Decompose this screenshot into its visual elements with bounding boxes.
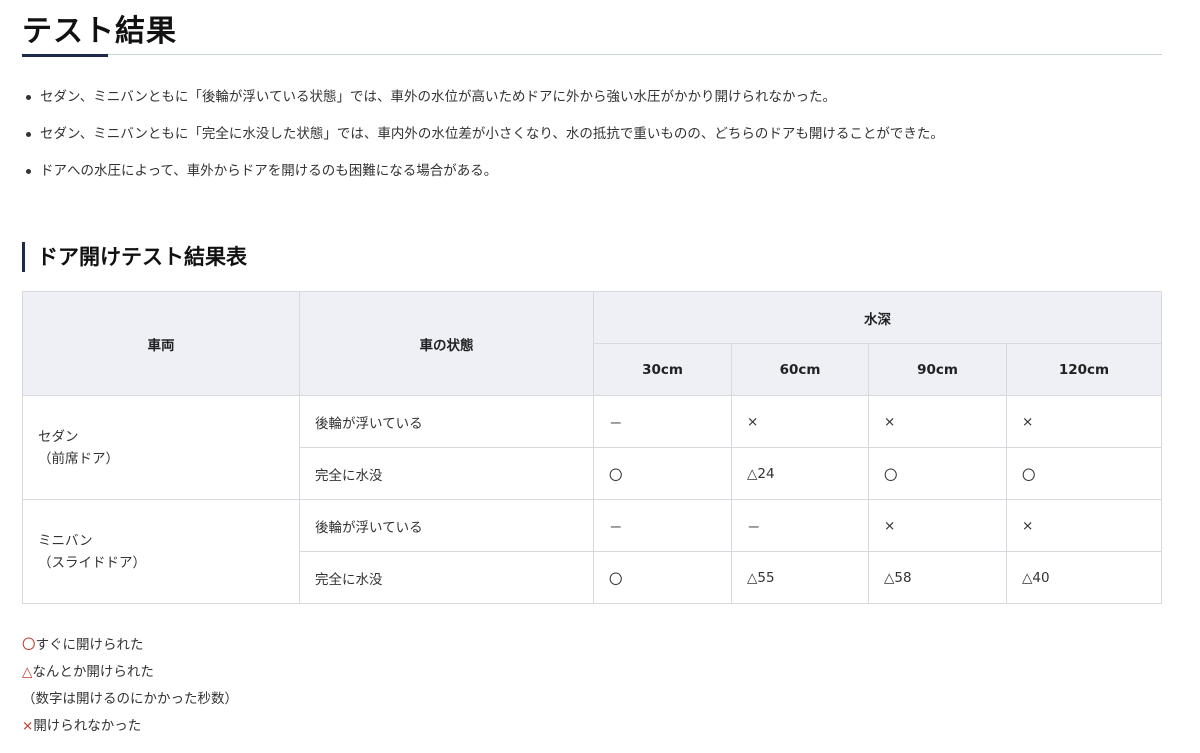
result-cell: 〇	[1006, 447, 1162, 500]
vehicle-name: ミニバン	[38, 532, 93, 549]
legend: 〇すぐに開けられた △なんとか開けられた （数字は開けるのにかかった秒数） ×開…	[22, 634, 238, 742]
result-cell: 〇	[593, 551, 732, 604]
header-depth-90: 90cm	[868, 343, 1007, 396]
section-title: ドア開けテスト結果表	[22, 242, 247, 272]
vehicle-door-type: （前席ドア）	[38, 450, 119, 467]
cross-symbol: ×	[22, 718, 34, 734]
title-divider	[22, 54, 1162, 55]
condition-cell: 完全に水没	[299, 447, 594, 500]
header-depth-60: 60cm	[731, 343, 869, 396]
result-cell: △40	[1006, 551, 1162, 604]
header-depth: 水深	[593, 291, 1162, 344]
result-cell: △24	[731, 447, 869, 500]
result-cell: －	[731, 499, 869, 552]
title-accent-bar	[22, 54, 108, 57]
result-cell: 〇	[868, 447, 1007, 500]
legend-text: すぐに開けられた	[35, 637, 144, 653]
legend-item-triangle: △なんとか開けられた	[22, 661, 238, 688]
summary-list: セダン、ミニバンともに「後輪が浮いている状態」では、車外の水位が高いためドアに外…	[22, 86, 1162, 197]
condition-cell: 後輪が浮いている	[299, 395, 594, 448]
result-cell: ×	[868, 499, 1007, 552]
table-row: セダン （前席ドア） 後輪が浮いている － × × ×	[22, 395, 1162, 500]
condition-cell: 後輪が浮いている	[299, 499, 594, 552]
triangle-symbol: △	[22, 664, 33, 680]
legend-item-cross: ×開けられなかった	[22, 715, 238, 742]
page-title: テスト結果	[22, 14, 177, 49]
vehicle-name: セダン	[38, 428, 79, 445]
result-cell: －	[593, 499, 732, 552]
legend-item-circle: 〇すぐに開けられた	[22, 634, 238, 661]
legend-note: （数字は開けるのにかかった秒数）	[22, 691, 238, 707]
results-table: 車両 車の状態 水深 30cm 60cm 90cm 120cm セダン （前席ド…	[22, 291, 1162, 604]
legend-text: 開けられなかった	[33, 718, 142, 734]
result-cell: ×	[1006, 499, 1162, 552]
result-cell: 〇	[593, 447, 732, 500]
summary-item: ドアへの水圧によって、車外からドアを開けるのも困難になる場合がある。	[22, 160, 1162, 182]
vehicle-cell: ミニバン （スライドドア）	[22, 499, 300, 604]
summary-item: セダン、ミニバンともに「後輪が浮いている状態」では、車外の水位が高いためドアに外…	[22, 86, 1162, 108]
result-cell: ×	[731, 395, 869, 448]
vehicle-door-type: （スライドドア）	[38, 554, 146, 571]
condition-cell: 完全に水没	[299, 551, 594, 604]
legend-text: なんとか開けられた	[32, 664, 154, 680]
result-cell: △58	[868, 551, 1007, 604]
header-depth-30: 30cm	[593, 343, 732, 396]
result-cell: △55	[731, 551, 869, 604]
header-vehicle: 車両	[22, 291, 300, 396]
header-depth-120: 120cm	[1006, 343, 1162, 396]
vehicle-cell: セダン （前席ドア）	[22, 395, 300, 500]
legend-item-note: （数字は開けるのにかかった秒数）	[22, 688, 238, 715]
header-condition: 車の状態	[299, 291, 594, 396]
summary-item: セダン、ミニバンともに「完全に水没した状態」では、車内外の水位差が小さくなり、水…	[22, 123, 1162, 145]
result-cell: －	[593, 395, 732, 448]
circle-symbol: 〇	[22, 637, 36, 653]
table-row: ミニバン （スライドドア） 後輪が浮いている － － × ×	[22, 499, 1162, 604]
result-cell: ×	[1006, 395, 1162, 448]
result-cell: ×	[868, 395, 1007, 448]
